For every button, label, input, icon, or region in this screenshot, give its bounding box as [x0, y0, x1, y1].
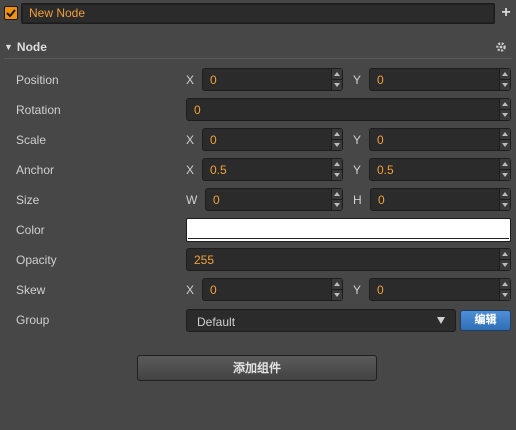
anchor-y-stepper[interactable]: [499, 159, 510, 180]
position-y-field[interactable]: 0: [369, 68, 511, 91]
group-select[interactable]: Default: [186, 309, 456, 332]
plus-icon[interactable]: +: [499, 5, 513, 21]
size-h-field[interactable]: 0: [370, 188, 511, 211]
group-label: Group: [16, 313, 50, 327]
anchor-y-axis-label: Y: [353, 163, 362, 177]
skew-x-value: 0: [210, 283, 217, 297]
size-h-stepper[interactable]: [499, 189, 510, 210]
active-checkbox[interactable]: [4, 6, 18, 20]
color-label: Color: [16, 223, 45, 237]
rotation-label: Rotation: [16, 103, 61, 117]
section-title: Node: [16, 40, 47, 54]
size-w-value: 0: [213, 193, 220, 207]
size-h-value: 0: [378, 193, 385, 207]
position-label: Position: [16, 73, 59, 87]
position-y-axis-label: Y: [353, 73, 362, 87]
skew-y-axis-label: Y: [353, 283, 362, 297]
skew-x-axis-label: X: [186, 283, 195, 297]
scale-y-value: 0: [377, 133, 384, 147]
skew-x-field[interactable]: 0: [202, 278, 343, 301]
scale-x-value: 0: [210, 133, 217, 147]
size-h-axis-label: H: [353, 193, 362, 207]
anchor-x-stepper[interactable]: [331, 159, 342, 180]
position-x-field[interactable]: 0: [202, 68, 343, 91]
opacity-label: Opacity: [16, 253, 57, 267]
gear-icon[interactable]: [495, 41, 507, 53]
group-selected-value: Default: [197, 315, 236, 329]
skew-y-field[interactable]: 0: [369, 278, 511, 301]
scale-y-axis-label: Y: [353, 133, 362, 147]
scale-y-field[interactable]: 0: [369, 128, 511, 151]
section-divider: [4, 58, 512, 59]
rotation-stepper[interactable]: [499, 99, 510, 120]
rotation-field[interactable]: 0: [186, 98, 511, 121]
size-w-axis-label: W: [186, 193, 198, 207]
node-section-header[interactable]: ▼ Node: [4, 40, 47, 54]
skew-y-value: 0: [377, 283, 384, 297]
rotation-value: 0: [194, 103, 201, 117]
opacity-value: 255: [194, 253, 215, 267]
size-w-stepper[interactable]: [331, 189, 342, 210]
add-component-button[interactable]: 添加组件: [137, 355, 377, 381]
anchor-x-axis-label: X: [186, 163, 195, 177]
size-w-field[interactable]: 0: [205, 188, 343, 211]
edit-group-button[interactable]: 编辑: [460, 310, 511, 331]
anchor-label: Anchor: [16, 163, 55, 177]
position-x-stepper[interactable]: [331, 69, 342, 90]
check-icon: [6, 9, 16, 18]
triangle-down-icon: ▼: [4, 42, 13, 52]
skew-x-stepper[interactable]: [331, 279, 342, 300]
scale-x-stepper[interactable]: [331, 129, 342, 150]
anchor-x-value: 0.5: [210, 163, 227, 177]
scale-label: Scale: [16, 133, 47, 147]
position-y-stepper[interactable]: [499, 69, 510, 90]
opacity-stepper[interactable]: [499, 249, 510, 270]
position-y-value: 0: [377, 73, 384, 87]
skew-label: Skew: [16, 283, 46, 297]
chevron-down-icon: [437, 317, 445, 324]
anchor-y-field[interactable]: 0.5: [369, 158, 511, 181]
node-name-input[interactable]: New Node: [21, 3, 495, 24]
size-label: Size: [16, 193, 40, 207]
scale-y-stepper[interactable]: [499, 129, 510, 150]
opacity-field[interactable]: 255: [186, 248, 511, 271]
scale-x-axis-label: X: [186, 133, 195, 147]
scale-x-field[interactable]: 0: [202, 128, 343, 151]
anchor-x-field[interactable]: 0.5: [202, 158, 343, 181]
position-x-axis-label: X: [186, 73, 195, 87]
anchor-y-value: 0.5: [377, 163, 394, 177]
skew-y-stepper[interactable]: [499, 279, 510, 300]
color-picker[interactable]: [186, 218, 511, 242]
position-x-value: 0: [210, 73, 217, 87]
